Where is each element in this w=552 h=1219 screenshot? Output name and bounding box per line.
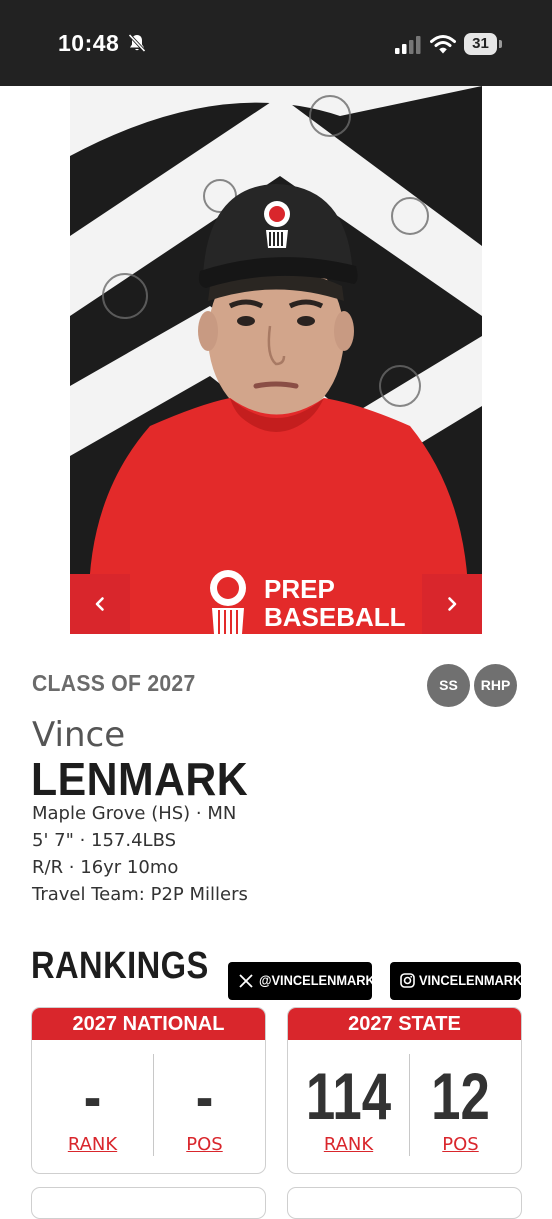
state-rank-link[interactable]: RANK	[288, 1134, 409, 1155]
national-rank-link[interactable]: RANK	[32, 1134, 153, 1155]
instagram-icon	[400, 973, 415, 988]
player-size: 5' 7" · 157.4LBS	[32, 830, 177, 851]
player-school: Maple Grove (HS) · MN	[32, 803, 237, 824]
chevron-left-icon	[95, 597, 104, 611]
battery-level: 31	[464, 33, 497, 55]
national-pos-link[interactable]: POS	[144, 1134, 265, 1155]
status-bar: 10:48 31	[0, 0, 552, 86]
x-twitter-icon	[239, 974, 253, 988]
rankings-title: RANKINGS	[31, 945, 209, 987]
national-ranking-title: 2027 NATIONAL	[32, 1008, 265, 1040]
chevron-right-icon	[448, 597, 457, 611]
player-photo: PREP BASEBALL	[70, 86, 482, 634]
next-card-partial	[287, 1187, 522, 1219]
bell-off-icon	[128, 33, 146, 53]
state-ranking-card: 2027 STATE 114 12 RANK POS	[287, 1007, 522, 1174]
position-badge-ss: SS	[427, 664, 470, 707]
national-rank-value: -	[83, 1059, 102, 1133]
player-first-name: Vince	[32, 715, 126, 755]
instagram-link[interactable]: VINCELENMARK	[390, 962, 523, 1000]
shirt-text-line1: PREP	[264, 574, 335, 604]
next-photo-button[interactable]	[422, 574, 482, 634]
shirt-text-line2: BASEBALL	[264, 602, 406, 632]
twitter-handle: @VINCELENMARK	[259, 973, 375, 988]
state-ranking-title: 2027 STATE	[288, 1008, 521, 1040]
position-badge-rhp: RHP	[474, 664, 517, 707]
national-ranking-card: 2027 NATIONAL - - RANK POS	[31, 1007, 266, 1174]
cellular-signal-icon	[395, 36, 421, 54]
instagram-handle: VINCELENMARK	[419, 973, 523, 988]
class-label: CLASS OF 2027	[32, 670, 196, 696]
player-travel-team: Travel Team: P2P Millers	[32, 884, 248, 905]
wifi-icon	[430, 35, 456, 54]
battery-indicator: 31	[464, 33, 502, 55]
player-bats-age: R/R · 16yr 10mo	[32, 857, 179, 878]
national-pos-value: -	[195, 1059, 214, 1133]
player-last-name: LENMARK	[31, 753, 249, 805]
next-card-partial	[31, 1187, 266, 1219]
state-rank-value: 114	[305, 1059, 392, 1133]
battery-tip	[499, 40, 502, 48]
twitter-link[interactable]: @VINCELENMARK	[228, 962, 375, 1000]
state-pos-value: 12	[431, 1059, 490, 1133]
state-pos-link[interactable]: POS	[400, 1134, 521, 1155]
status-time: 10:48	[58, 30, 120, 56]
previous-photo-button[interactable]	[70, 574, 130, 634]
